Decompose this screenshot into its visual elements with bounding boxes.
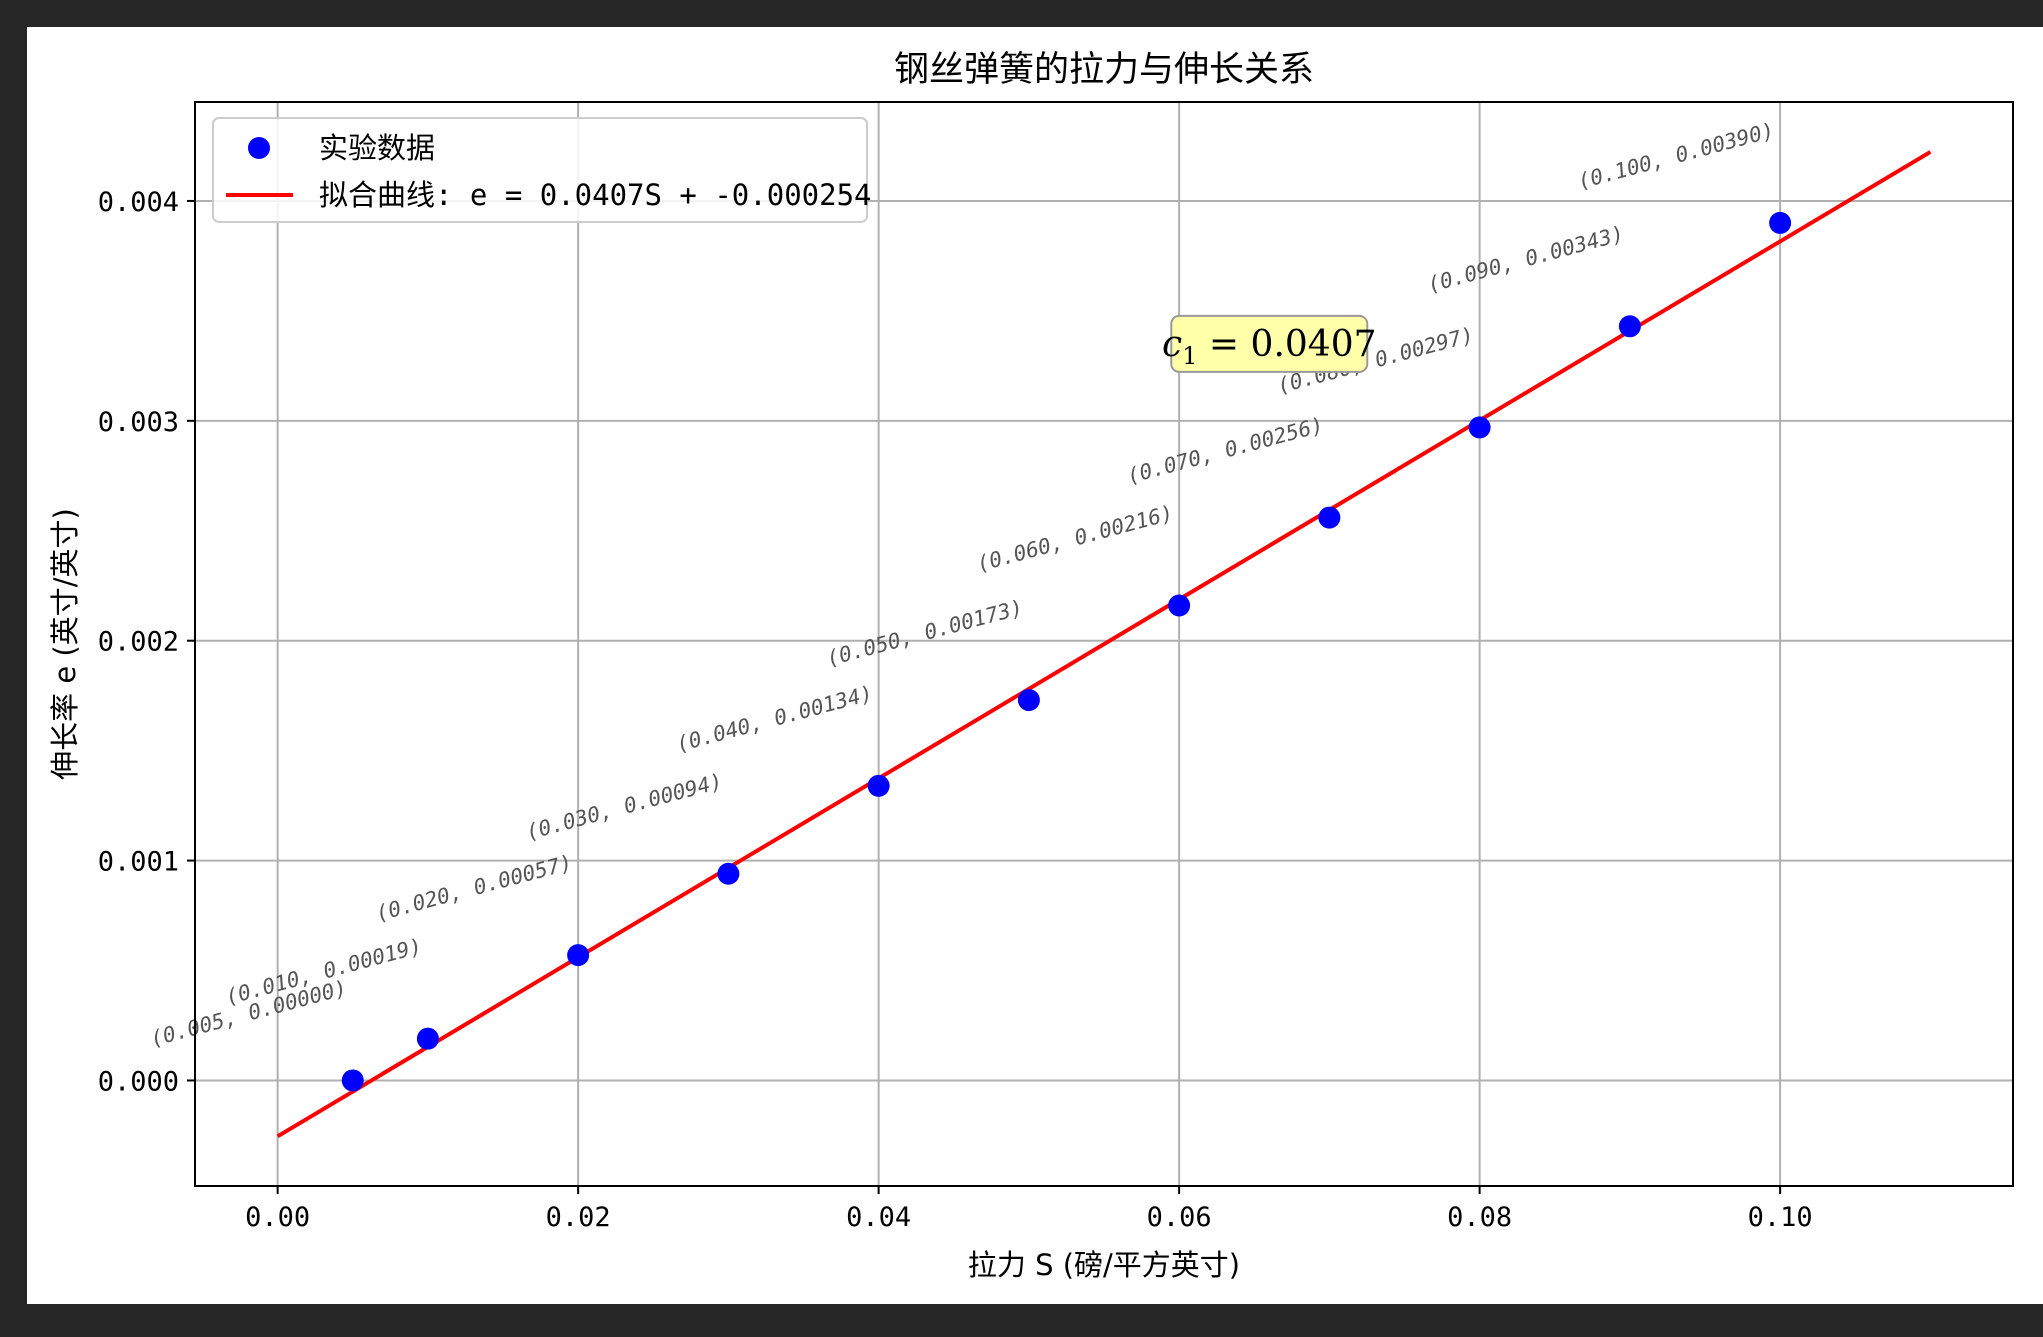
x-tick-label: 0.00 xyxy=(245,1202,310,1233)
c1-annotation: c1 = 0.0407 xyxy=(1162,314,1377,373)
data-point xyxy=(1468,416,1491,439)
data-point xyxy=(1168,594,1191,617)
data-point xyxy=(567,944,590,967)
chart-figure: (0.005, 0.00000) (0.010, 0.00019) (0.020, … xyxy=(27,27,2043,1304)
y-tick-label: 0.004 xyxy=(98,187,179,218)
data-point xyxy=(1618,315,1641,338)
data-point xyxy=(1017,689,1040,712)
y-tick-label: 0.001 xyxy=(98,847,179,878)
legend-label-line: 拟合曲线: e = 0.0407S + -0.000254 xyxy=(319,178,872,212)
data-point xyxy=(867,774,890,797)
scatter-chart: (0.005, 0.00000)(0.010, 0.00019)(0.020, … xyxy=(48,50,2014,1282)
x-tick-label: 0.10 xyxy=(1748,1202,1813,1233)
chart-title: 钢丝弹簧的拉力与伸长关系 xyxy=(894,50,1314,90)
legend: 实验数据 拟合曲线: e = 0.0407S + -0.000254 xyxy=(212,117,872,223)
y-tick-label: 0.000 xyxy=(98,1066,179,1097)
x-tick-label: 0.06 xyxy=(1147,1202,1212,1233)
data-point xyxy=(341,1069,364,1092)
x-tick-label: 0.08 xyxy=(1447,1202,1512,1233)
legend-label-scatter: 实验数据 xyxy=(319,131,435,165)
x-tick-label: 0.04 xyxy=(846,1202,911,1233)
data-point xyxy=(1318,506,1341,529)
y-axis-label: 伸长率 e (英寸/英寸) xyxy=(48,508,82,780)
data-point xyxy=(416,1027,439,1050)
y-tick-label: 0.002 xyxy=(98,627,179,658)
x-tick-label: 0.02 xyxy=(546,1202,611,1233)
y-tick-label: 0.003 xyxy=(98,407,179,438)
data-point xyxy=(717,862,740,885)
x-axis-label: 拉力 S (磅/平方英寸) xyxy=(968,1248,1240,1282)
data-point xyxy=(1769,211,1792,234)
legend-marker-scatter xyxy=(248,137,270,159)
